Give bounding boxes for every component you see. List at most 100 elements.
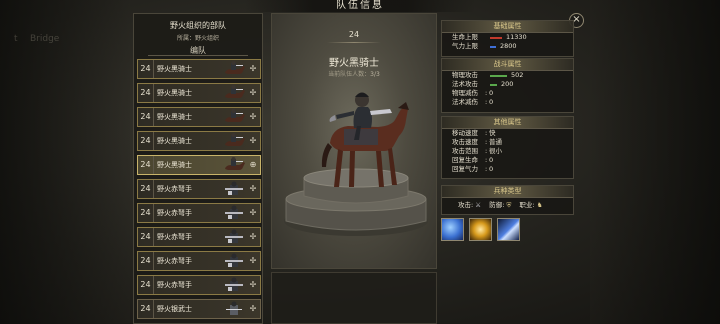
unit-row[interactable]: 24 野火黑骑士 ✢ bbox=[137, 131, 261, 151]
unit-row-action-icon[interactable]: ✢ bbox=[248, 304, 258, 314]
attack-type-icon: ⚔ bbox=[475, 201, 482, 209]
troop-type-group: 兵种类型 攻击: ⚔ 防御: ⛨ 职业: ♞ bbox=[441, 185, 574, 215]
stat-row: 气力上限 2800 bbox=[442, 42, 573, 51]
window-title: 队伍信息 bbox=[336, 0, 384, 11]
stat-value: 0 bbox=[489, 98, 494, 106]
unit-model bbox=[284, 92, 428, 236]
stat-bar bbox=[490, 84, 497, 86]
unit-row-action-icon[interactable]: ✢ bbox=[248, 256, 258, 266]
unit-row-action-icon[interactable]: ✢ bbox=[248, 136, 258, 146]
stat-row: 攻击范围: 很小 bbox=[442, 147, 573, 156]
unit-row-action-icon[interactable]: ✢ bbox=[248, 112, 258, 122]
knight-portrait-icon bbox=[225, 61, 245, 74]
stat-label: 移动速度 bbox=[452, 129, 478, 137]
class-type-icon: ♞ bbox=[536, 201, 543, 209]
background-right-shade bbox=[590, 0, 720, 324]
crossbow-portrait-icon bbox=[225, 253, 243, 267]
crossbow-portrait-icon bbox=[225, 205, 243, 219]
squad-panel: 野火组织的部队 所属：野火组织 编队 24 野火黑骑士 ✢ 24 野火黑骑士 ✢ 24 野火黑… bbox=[133, 13, 263, 324]
knight-portrait-icon bbox=[225, 133, 245, 146]
unit-row-action-icon[interactable]: ✢ bbox=[248, 88, 258, 98]
squad-affiliation: 所属：野火组织 bbox=[176, 35, 219, 42]
crossbow-portrait-icon bbox=[225, 229, 243, 243]
unit-row-name: 野火赤弩手 bbox=[157, 185, 192, 193]
stat-value: 快 bbox=[489, 129, 496, 137]
stat-row: 攻击速度: 普通 bbox=[442, 138, 573, 147]
unit-row[interactable]: 24 野火黑骑士 ✢ bbox=[137, 83, 261, 103]
defense-type-label: 防御: bbox=[489, 201, 505, 209]
stat-separator: : bbox=[485, 156, 488, 164]
unit-row-action-icon[interactable]: ✢ bbox=[248, 208, 258, 218]
unit-row-action-icon[interactable]: ✢ bbox=[248, 64, 258, 74]
combat-attributes-group: 战斗属性 物理攻击 502 法术攻击 200 物理减伤:0 法术减伤:0 bbox=[441, 58, 574, 113]
unit-row-name: 野火黑骑士 bbox=[157, 65, 192, 73]
unit-row-level: 24 bbox=[138, 60, 154, 78]
unit-row[interactable]: 24 野火银武士 ✢ bbox=[137, 299, 261, 319]
other-attributes-group: 其他属性 移动速度: 快攻击速度: 普通 攻击范围: 很小 回复生命:0 回复气力:0 bbox=[441, 116, 574, 179]
unit-row[interactable]: 24 野火赤弩手 ✢ bbox=[137, 179, 261, 199]
other-attributes-header: 其他属性 bbox=[442, 117, 573, 129]
stat-value: 0 bbox=[489, 156, 494, 164]
stat-row: 法术攻击 200 bbox=[442, 80, 573, 89]
stat-separator: : bbox=[485, 129, 488, 137]
lightning-slash-skill-icon[interactable] bbox=[441, 218, 464, 241]
stats-panel: 基础属性 生命上限 11330 气力上限 2800 战斗属性 物理攻击 502 法术攻击 2… bbox=[441, 20, 577, 250]
unit-row-action-icon[interactable]: ✢ bbox=[248, 184, 258, 194]
fire-burst-skill-icon[interactable] bbox=[469, 218, 492, 241]
basic-attributes-group: 基础属性 生命上限 11330 气力上限 2800 bbox=[441, 20, 574, 57]
stat-label: 攻击速度 bbox=[452, 138, 478, 146]
unit-row-name: 野火黑骑士 bbox=[157, 113, 192, 121]
stat-value: 2800 bbox=[500, 42, 517, 50]
knight-portrait-icon bbox=[225, 157, 245, 170]
stat-label: 法术攻击 bbox=[452, 80, 478, 88]
stat-row: 回复生命:0 bbox=[442, 156, 573, 165]
unit-row[interactable]: 24 野火黑骑士 ✢ bbox=[137, 59, 261, 79]
stat-value: 502 bbox=[511, 71, 524, 79]
unit-row-name: 野火赤弩手 bbox=[157, 233, 192, 241]
basic-attributes-header: 基础属性 bbox=[442, 21, 573, 33]
stat-label: 物理攻击 bbox=[452, 71, 478, 79]
stat-row: 移动速度: 快 bbox=[442, 129, 573, 138]
unit-row[interactable]: 24 野火黑骑士 ✢ bbox=[137, 107, 261, 127]
unit-row-level: 24 bbox=[138, 156, 154, 174]
unit-row[interactable]: 24 野火赤弩手 ✢ bbox=[137, 275, 261, 295]
formation-divider bbox=[148, 55, 248, 56]
stat-label: 法术减伤 bbox=[452, 98, 478, 106]
stat-row: 回复气力:0 bbox=[442, 165, 573, 174]
stat-row: 生命上限 11330 bbox=[442, 33, 573, 42]
stat-separator: : bbox=[485, 165, 488, 173]
unit-row-level: 24 bbox=[138, 180, 154, 198]
stat-label: 物理减伤 bbox=[452, 89, 478, 97]
stat-separator: : bbox=[485, 89, 488, 97]
unit-row-name: 野火黑骑士 bbox=[157, 89, 192, 97]
stat-separator: : bbox=[485, 98, 488, 106]
unit-row-level: 24 bbox=[138, 300, 154, 318]
unit-row-level: 24 bbox=[138, 252, 154, 270]
unit-row-action-icon[interactable]: ✢ bbox=[248, 232, 258, 242]
background-left-shade bbox=[0, 0, 130, 324]
unit-row[interactable]: 24 野火赤弩手 ✢ bbox=[137, 251, 261, 271]
blue-sword-skill-icon[interactable] bbox=[497, 218, 520, 241]
knight-portrait-icon bbox=[225, 109, 245, 122]
unit-row-action-icon[interactable]: ⊕ bbox=[248, 160, 258, 170]
unit-row[interactable]: 24 野火赤弩手 ✢ bbox=[137, 203, 261, 223]
unit-row-level: 24 bbox=[138, 276, 154, 294]
class-type-label: 职业: bbox=[519, 201, 535, 209]
unit-row-level: 24 bbox=[138, 84, 154, 102]
unit-row-level: 24 bbox=[138, 204, 154, 222]
knight-portrait-icon bbox=[225, 85, 245, 98]
unit-row-name: 野火黑骑士 bbox=[157, 137, 192, 145]
stat-label: 回复气力 bbox=[452, 165, 478, 173]
defense-type-icon: ⛨ bbox=[506, 201, 512, 209]
unit-row-name: 野火赤弩手 bbox=[157, 281, 192, 289]
stat-label: 生命上限 bbox=[452, 33, 478, 41]
unit-list: 24 野火黑骑士 ✢ 24 野火黑骑士 ✢ 24 野火黑骑士 ✢ 24 野火黑骑士 ✢ 24 野火黑骑士 ⊕… bbox=[137, 59, 261, 323]
stat-bar bbox=[490, 37, 502, 39]
unit-row[interactable]: 24 野火赤弩手 ✢ bbox=[137, 227, 261, 247]
squad-name: 野火组织的部队 bbox=[170, 21, 226, 30]
unit-row[interactable]: 24 野火黑骑士 ⊕ bbox=[137, 155, 261, 175]
stat-label: 攻击范围 bbox=[452, 147, 478, 155]
unit-row-action-icon[interactable]: ✢ bbox=[248, 280, 258, 290]
stat-row: 物理攻击 502 bbox=[442, 71, 573, 80]
unit-row-name: 野火黑骑士 bbox=[157, 161, 192, 169]
